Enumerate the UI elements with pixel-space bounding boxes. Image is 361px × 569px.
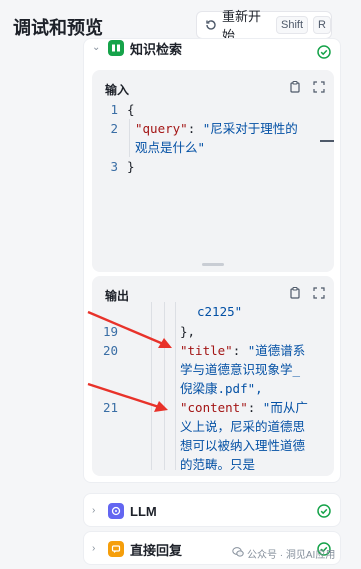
expand-icon[interactable] — [312, 80, 326, 94]
json-colon: : — [247, 400, 263, 415]
json-key: "content" — [180, 400, 248, 415]
chevron-down-icon: ⌄ — [92, 42, 101, 53]
shortcut-key-r: R — [313, 16, 331, 34]
line-number: 3 — [110, 159, 118, 174]
copy-icon[interactable] — [288, 286, 302, 300]
json-key: "query" — [135, 121, 188, 136]
code-line: "title": "道德谱系学与道德意识现象学_倪梁康.pdf", — [180, 341, 308, 398]
line-number: 2 — [110, 121, 118, 136]
annotation-arrows — [87, 310, 172, 412]
shortcut-key-shift: Shift — [276, 16, 309, 34]
input-label: 输入 — [105, 83, 130, 97]
expand-icon[interactable] — [312, 286, 326, 300]
code-line: } — [127, 157, 307, 176]
copy-icon[interactable] — [288, 80, 302, 94]
resize-handle[interactable] — [202, 263, 224, 266]
code-line: "content": "而从广义上说，尼采的道德思想可以被纳入理性道德的范畴。只… — [180, 398, 308, 470]
wechat-icon — [232, 546, 244, 561]
success-check-icon — [317, 45, 331, 59]
watermark: 公众号 · 洞见AI应用 — [232, 546, 335, 561]
canvas-background — [0, 50, 72, 569]
json-key: "title" — [180, 343, 233, 358]
node-title-reply: 直接回复 — [130, 542, 183, 558]
line-number: 1 — [110, 102, 118, 117]
code-brace: }, — [180, 324, 196, 339]
indent-guide — [129, 119, 130, 157]
watermark-text: 公众号 · 洞见AI应用 — [247, 550, 336, 561]
restart-icon — [204, 18, 218, 32]
debug-preview-panel: 调试和预览 重新开始 Shift R ⌄ 知识检索 输入 1 {2 "quer… — [0, 0, 361, 569]
knowledge-icon — [108, 40, 124, 56]
node-header-llm[interactable]: › LLM — [84, 494, 340, 528]
input-panel: 输入 1 { 2 "query": "尼采对于理性的观点是什么" 3 } — [92, 70, 334, 272]
reply-icon — [108, 541, 124, 557]
success-check-icon — [317, 504, 331, 518]
node-title-knowledge: 知识检索 — [130, 41, 183, 57]
code-line: c2125" — [197, 302, 334, 321]
json-colon: : — [232, 343, 248, 358]
code-line: "query": "尼采对于理性的观点是什么" — [135, 119, 305, 157]
node-card-llm[interactable]: › LLM — [83, 493, 341, 527]
llm-icon — [108, 503, 124, 519]
code-brace: { — [127, 102, 135, 117]
chevron-right-icon: › — [92, 543, 96, 554]
json-colon: : — [187, 121, 203, 136]
code-line: { — [127, 100, 307, 119]
code-line: }, — [180, 322, 334, 341]
node-title-llm: LLM — [130, 503, 157, 519]
chevron-right-icon: › — [92, 505, 96, 516]
scrollbar-marker — [320, 140, 334, 142]
node-header-knowledge[interactable]: ⌄ 知识检索 — [84, 35, 340, 61]
json-value: c2125" — [197, 304, 243, 319]
code-brace: } — [127, 159, 135, 174]
